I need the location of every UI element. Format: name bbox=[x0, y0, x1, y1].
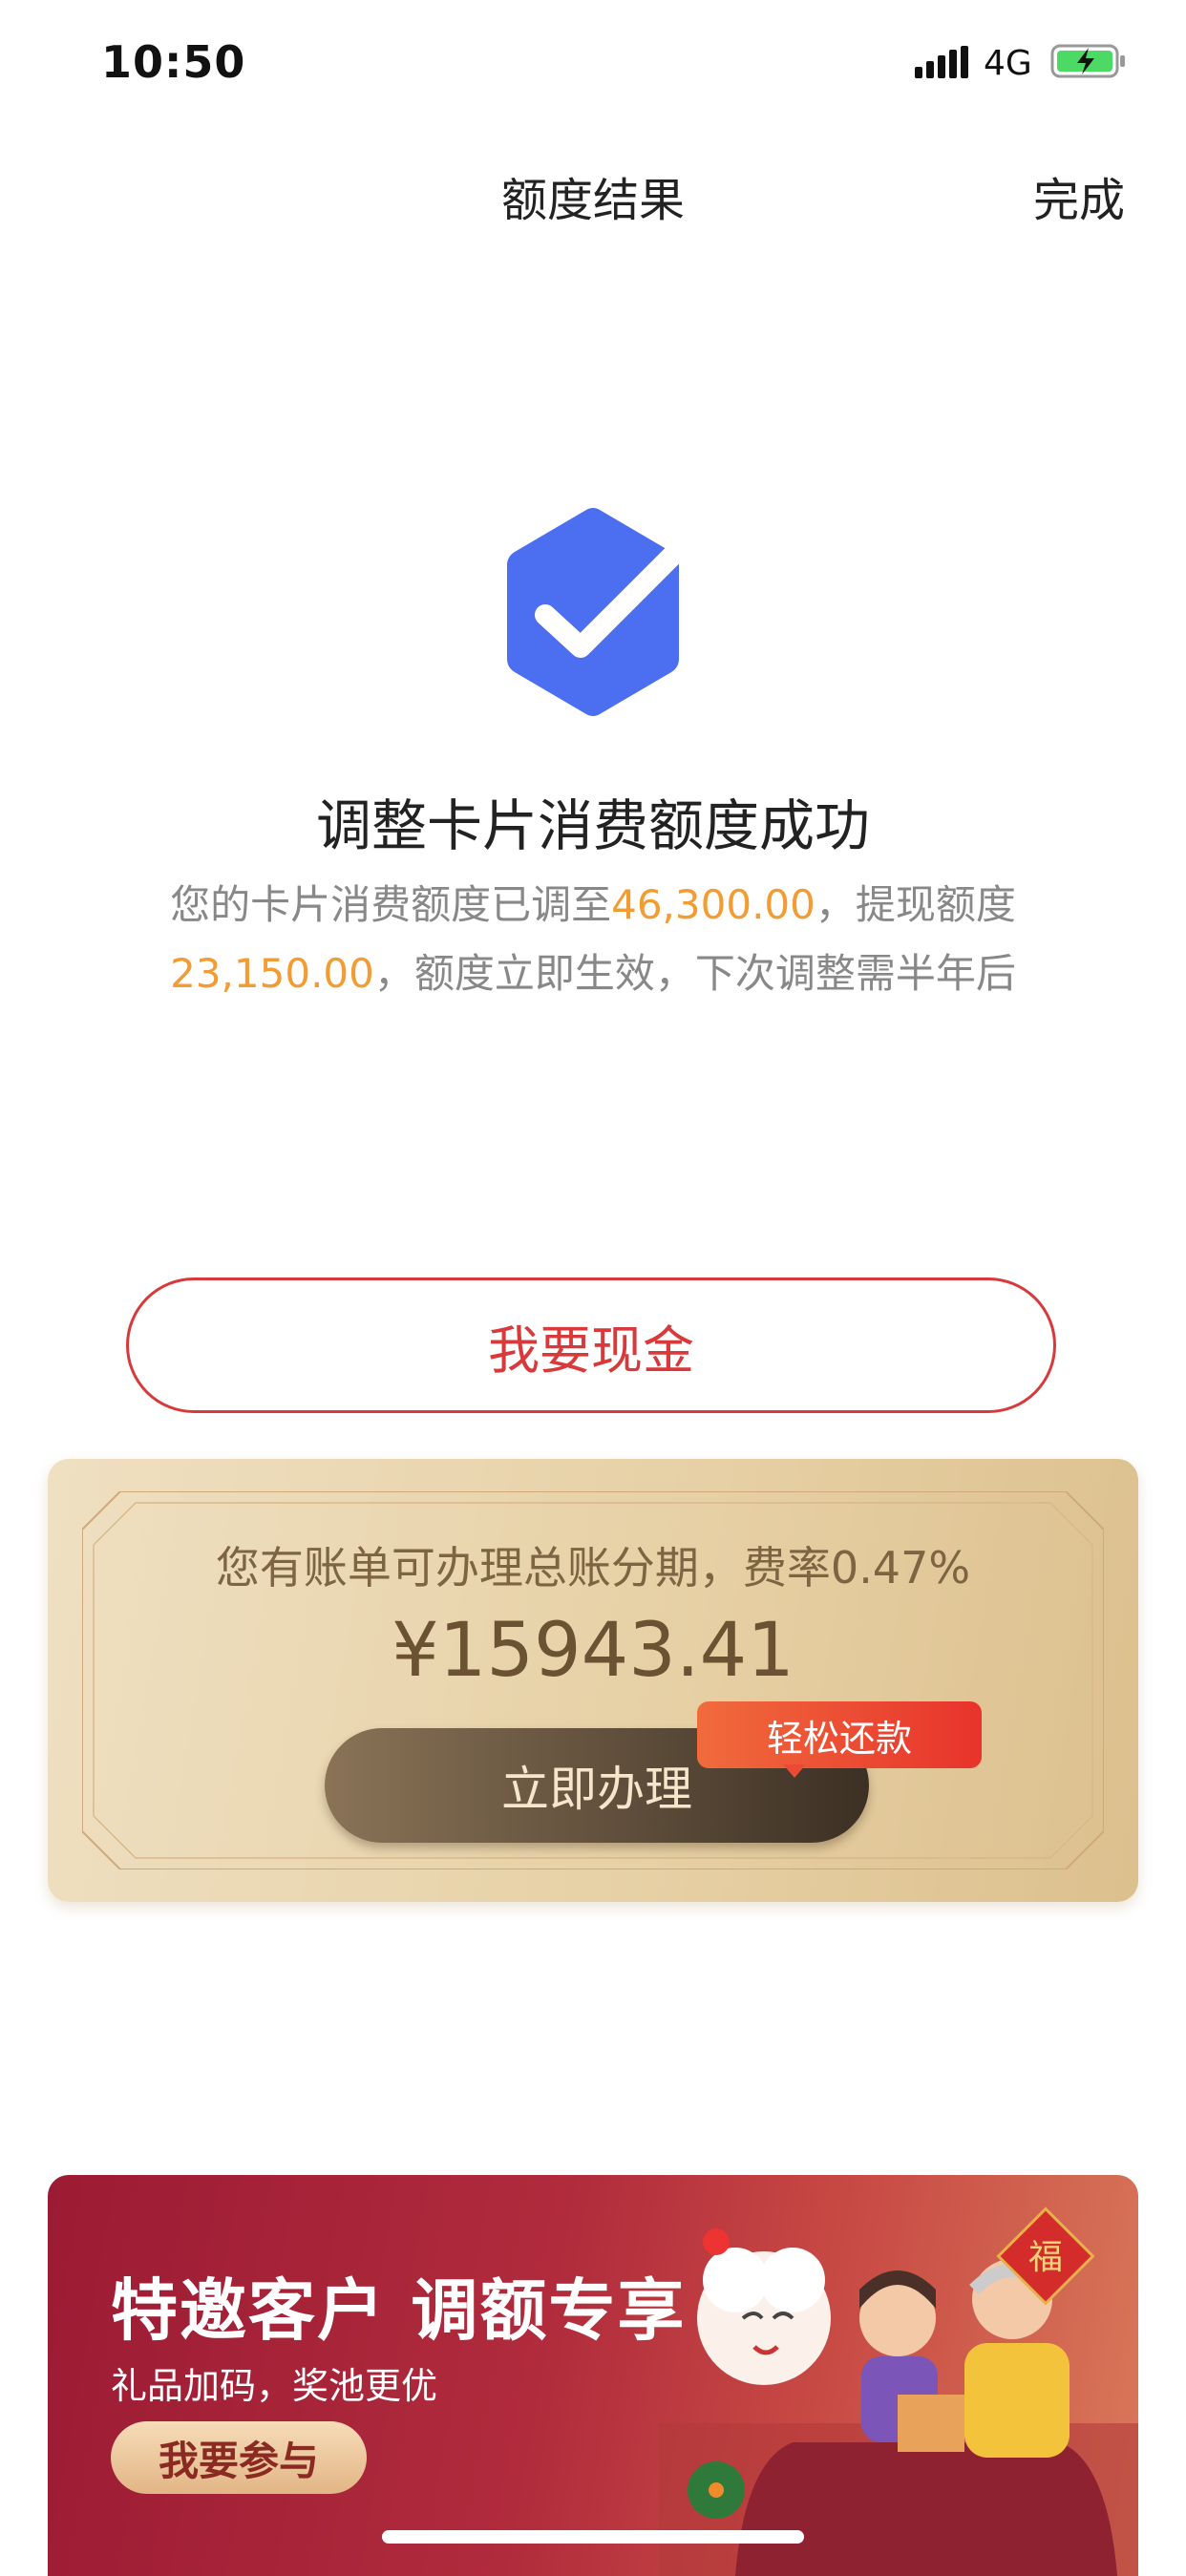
network-label: 4G bbox=[984, 44, 1032, 83]
fu-char: 福 bbox=[1028, 2238, 1063, 2277]
join-button[interactable]: 我要参与 bbox=[111, 2421, 367, 2494]
get-cash-button[interactable]: 我要现金 bbox=[126, 1277, 1056, 1413]
desc-text-2: ，提现额度 bbox=[815, 881, 1016, 928]
success-check-icon bbox=[507, 508, 690, 716]
banner-subtitle: 礼品加码，奖池更优 bbox=[111, 2365, 438, 2407]
installment-amount: ¥15943.41 bbox=[392, 1608, 794, 1694]
fu-sign-icon: 福 bbox=[996, 2206, 1095, 2306]
easy-repay-badge: 轻松还款 bbox=[697, 1701, 982, 1768]
installment-text: 您有账单可办理总账分期，费率0.47% bbox=[215, 1542, 971, 1594]
signal-icon bbox=[915, 46, 968, 78]
done-button[interactable]: 完成 bbox=[1033, 162, 1125, 229]
banner-title: 特邀客户 调额专享 bbox=[111, 2271, 687, 2350]
battery-charging-icon bbox=[1050, 44, 1125, 78]
page-title: 额度结果 bbox=[500, 174, 685, 227]
badge-tail bbox=[783, 1764, 806, 1778]
result-description: 您的卡片消费额度已调至46,300.00，提现额度 23,150.00，额度立即生… bbox=[162, 871, 1024, 1008]
cash-limit-value: 23,150.00 bbox=[170, 950, 374, 997]
home-indicator[interactable] bbox=[382, 2530, 804, 2544]
result-title: 调整卡片消费额度成功 bbox=[315, 793, 870, 858]
desc-text-3: ，额度立即生效，下次调整需半年后 bbox=[373, 950, 1016, 997]
status-time: 10:50 bbox=[101, 36, 246, 88]
desc-text-1: 您的卡片消费额度已调至 bbox=[170, 881, 612, 928]
consume-limit-value: 46,300.00 bbox=[611, 881, 815, 928]
promo-banner[interactable]: 福 特邀客户 调额专享 礼品加码，奖池更优 我要参与 bbox=[48, 2175, 1138, 2576]
installment-card: 您有账单可办理总账分期，费率0.47% ¥15943.41 立即办理 轻松还款 bbox=[48, 1459, 1138, 1902]
